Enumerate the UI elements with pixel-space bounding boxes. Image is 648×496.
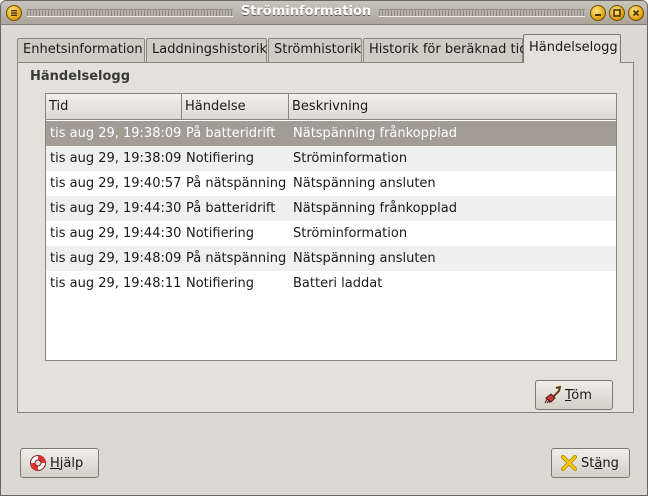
column-header-handelse[interactable]: Händelse: [182, 94, 289, 119]
titlebar-grip-left: [27, 9, 233, 17]
cell-tid: tis aug 29, 19:48:11: [50, 276, 182, 291]
close-x-icon: [561, 455, 577, 471]
cell-beskrivning: Nätspänning ansluten: [293, 176, 436, 191]
cell-beskrivning: Batteri laddat: [293, 276, 383, 291]
cell-beskrivning: Nätspänning frånkopplad: [293, 126, 457, 141]
clear-button-label: Töm: [565, 388, 592, 403]
table-row[interactable]: tis aug 29, 19:44:30 På batteridrift Nät…: [46, 196, 616, 221]
cell-handelse: Notifiering: [186, 276, 255, 291]
help-button[interactable]: Hjälp: [20, 448, 99, 478]
cell-tid: tis aug 29, 19:48:09: [50, 251, 182, 266]
cell-handelse: På nätspänning: [186, 176, 287, 191]
tab-laddningshistorik[interactable]: Laddningshistorik: [146, 38, 267, 62]
window-menu-button[interactable]: [6, 5, 22, 21]
close-label-prefix: St: [581, 455, 595, 471]
broom-icon: [544, 386, 562, 404]
titlebar-grip-right: [379, 9, 585, 17]
maximize-icon: [613, 9, 621, 17]
help-label-rest: jälp: [59, 455, 84, 471]
cell-tid: tis aug 29, 19:44:30: [50, 201, 182, 216]
tab-handelselogg[interactable]: Händelselogg: [523, 34, 621, 63]
clear-label-rest: öm: [571, 387, 592, 403]
column-header-beskrivning[interactable]: Beskrivning: [289, 94, 616, 119]
column-header-tid[interactable]: Tid: [46, 94, 182, 119]
close-button-label: Stäng: [581, 456, 619, 471]
menu-icon: [11, 10, 17, 16]
cell-tid: tis aug 29, 19:44:30: [50, 226, 182, 241]
clear-button[interactable]: Töm: [535, 380, 613, 410]
minimize-icon: [595, 14, 601, 16]
close-label-rest: ng: [602, 455, 619, 471]
window-title: Ströminformation: [240, 4, 372, 19]
help-mnemonic: H: [50, 455, 60, 471]
tab-historik-beraknad-tid[interactable]: Historik för beräknad tid: [363, 38, 527, 62]
help-button-label: Hjälp: [50, 456, 83, 471]
event-log-table[interactable]: Tid Händelse Beskrivning tis aug 29, 19:…: [45, 93, 617, 361]
close-icon: [632, 9, 640, 17]
cell-handelse: På batteridrift: [186, 126, 276, 141]
power-info-window: Ströminformation Enhetsinformation Laddn…: [0, 0, 648, 496]
maximize-button[interactable]: [609, 5, 625, 21]
table-row[interactable]: tis aug 29, 19:48:11 Notifiering Batteri…: [46, 271, 616, 296]
close-window-button[interactable]: [628, 5, 644, 21]
tab-enhetsinformation[interactable]: Enhetsinformation: [17, 38, 145, 62]
close-button[interactable]: Stäng: [551, 448, 630, 478]
table-row[interactable]: tis aug 29, 19:40:57 På nätspänning Näts…: [46, 171, 616, 196]
minimize-button[interactable]: [590, 5, 606, 21]
cell-beskrivning: Nätspänning ansluten: [293, 251, 436, 266]
cell-handelse: På nätspänning: [186, 251, 287, 266]
cell-handelse: Notifiering: [186, 151, 255, 166]
table-row[interactable]: tis aug 29, 19:48:09 På nätspänning Näts…: [46, 246, 616, 271]
cell-tid: tis aug 29, 19:40:57: [50, 176, 182, 191]
cell-handelse: På batteridrift: [186, 201, 276, 216]
table-row[interactable]: tis aug 29, 19:38:09 På batteridrift Nät…: [46, 121, 616, 146]
table-row[interactable]: tis aug 29, 19:38:09 Notifiering Strömin…: [46, 146, 616, 171]
table-header: Tid Händelse Beskrivning: [46, 94, 616, 120]
cell-handelse: Notifiering: [186, 226, 255, 241]
cell-beskrivning: Ströminformation: [293, 226, 408, 241]
section-title: Händelselogg: [30, 69, 131, 84]
tab-stromhistorik[interactable]: Strömhistorik: [268, 38, 362, 62]
cell-tid: tis aug 29, 19:38:09: [50, 151, 182, 166]
titlebar[interactable]: Ströminformation: [1, 1, 647, 25]
cell-tid: tis aug 29, 19:38:09: [50, 126, 182, 141]
lifebuoy-icon: [30, 455, 46, 471]
table-row[interactable]: tis aug 29, 19:44:30 Notifiering Strömin…: [46, 221, 616, 246]
cell-beskrivning: Ströminformation: [293, 151, 408, 166]
cell-beskrivning: Nätspänning frånkopplad: [293, 201, 457, 216]
